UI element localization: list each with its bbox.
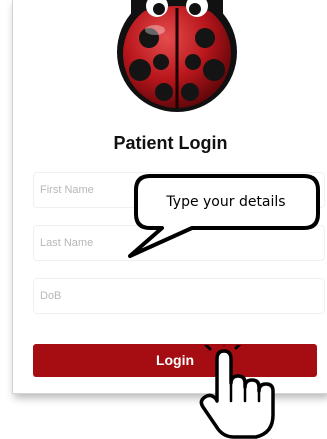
page-title: Patient Login [113, 133, 228, 153]
last-name-field[interactable] [33, 225, 325, 261]
ladybug-logo-icon [117, 0, 237, 112]
hand-pointer-icon [199, 345, 275, 439]
callout-text: Type your details [166, 194, 286, 210]
dob-field[interactable] [33, 278, 325, 314]
